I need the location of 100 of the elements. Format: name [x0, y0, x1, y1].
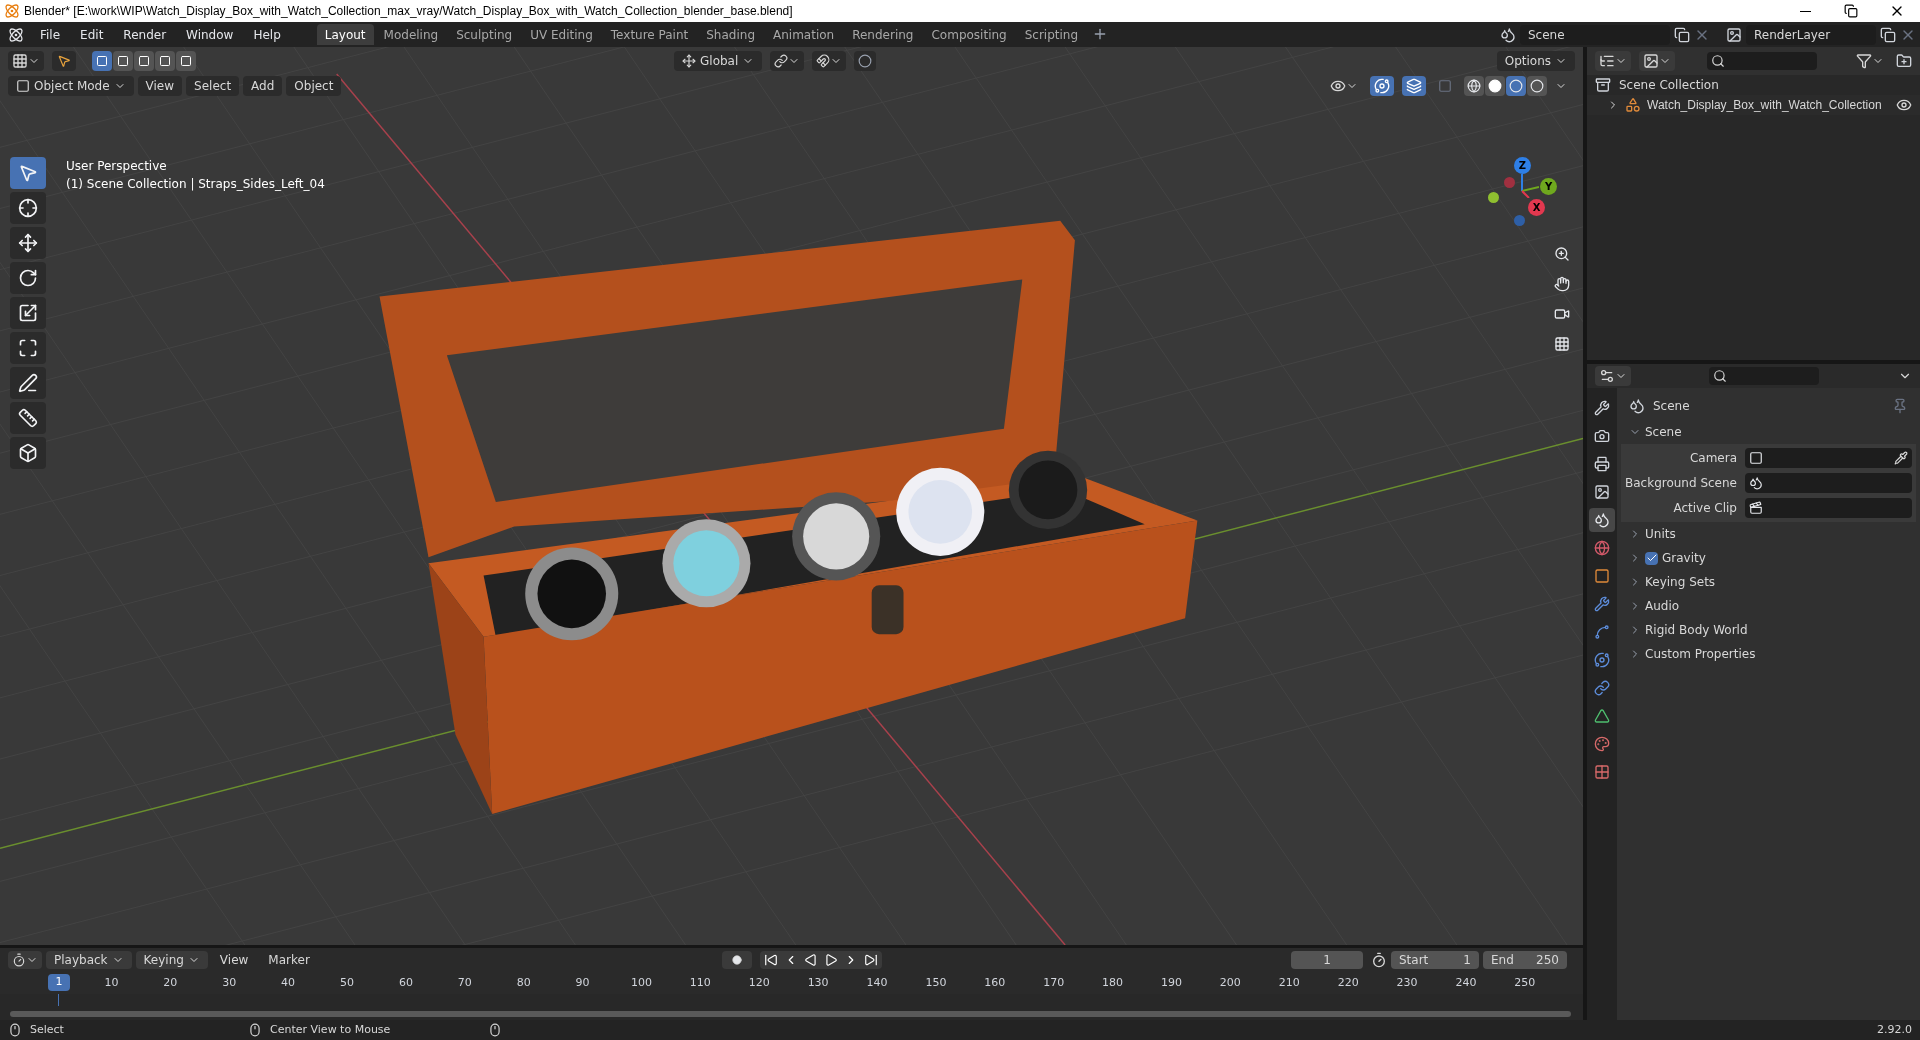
3d-viewport[interactable]: Global Options Object Mode View Select Add Object User Perspective (1) Scene Collection | Straps_Sides_Left_04 Z Y X: [0, 47, 1583, 945]
panel-header[interactable]: Audio: [1621, 594, 1916, 618]
selection-mode-button[interactable]: [92, 51, 112, 71]
workspace-tab[interactable]: Rendering: [844, 24, 922, 45]
workspace-tab[interactable]: Shading: [698, 24, 763, 45]
tool-button[interactable]: [10, 402, 46, 434]
timeline-scrollbar[interactable]: [10, 1011, 1571, 1017]
search-field[interactable]: [1709, 367, 1819, 385]
search-field[interactable]: [1707, 52, 1817, 70]
options-dropdown[interactable]: Options: [1496, 51, 1575, 71]
editor-type-button[interactable]: [8, 951, 42, 969]
workspace-tab[interactable]: Modeling: [375, 24, 447, 45]
gizmo-axis-handle[interactable]: Z: [1514, 157, 1531, 174]
property-field[interactable]: [1745, 448, 1912, 468]
tool-button[interactable]: [10, 332, 46, 364]
tool-button[interactable]: [10, 367, 46, 399]
panel-header[interactable]: Gravity: [1621, 546, 1916, 570]
tool-button[interactable]: [10, 227, 46, 259]
pin-icon[interactable]: [1892, 398, 1908, 414]
panel-header[interactable]: Units: [1621, 522, 1916, 546]
proportional-edit-button[interactable]: [854, 51, 877, 71]
timeline-menu[interactable]: Playback: [46, 951, 132, 969]
tool-button[interactable]: [10, 297, 46, 329]
scene-icon[interactable]: [1500, 26, 1516, 43]
menu-item[interactable]: Render: [115, 25, 175, 44]
selection-mode-button[interactable]: [176, 51, 196, 71]
current-frame-field[interactable]: 1: [1291, 951, 1363, 969]
frame-number: 230: [1395, 974, 1419, 991]
tool-button[interactable]: [10, 192, 46, 224]
duplicate-icon[interactable]: [1880, 26, 1896, 43]
workspace-tab[interactable]: Sculpting: [448, 24, 521, 45]
shading-mode-button[interactable]: [1485, 76, 1505, 96]
mode-dropdown[interactable]: Object Mode: [8, 76, 134, 96]
tool-button[interactable]: [10, 437, 46, 469]
viewport-menu[interactable]: View: [137, 76, 183, 96]
view-layer-field[interactable]: RenderLayer: [1746, 24, 1876, 45]
jump-start-icon[interactable]: [763, 953, 778, 967]
gizmo-axis-handle[interactable]: Y: [1540, 178, 1557, 195]
selection-mode-button[interactable]: [113, 51, 133, 71]
panel-header[interactable]: Scene: [1621, 420, 1916, 444]
eyedropper-icon[interactable]: [1894, 451, 1908, 465]
viewport-menu[interactable]: Object: [286, 76, 342, 96]
new-collection-icon[interactable]: [1896, 53, 1912, 69]
workspace-tab[interactable]: Layout: [316, 24, 374, 45]
editor-type-button[interactable]: [1595, 366, 1631, 386]
menu-item[interactable]: Edit: [72, 25, 112, 44]
timeline-menu[interactable]: Keying: [135, 951, 208, 969]
panel-header[interactable]: Keying Sets: [1621, 570, 1916, 594]
start-frame-field[interactable]: Start 1: [1391, 951, 1479, 969]
stopwatch-icon[interactable]: [1371, 952, 1387, 968]
field-label: Camera: [1688, 450, 1738, 467]
workspace-tab[interactable]: UV Editing: [522, 24, 601, 45]
menu-item[interactable]: Help: [245, 25, 289, 44]
end-frame-field[interactable]: End 250: [1483, 951, 1567, 969]
play-icon[interactable]: [823, 953, 838, 967]
pencil-icon: [18, 373, 38, 393]
viewport-menu[interactable]: Select: [186, 76, 240, 96]
editor-type-button[interactable]: [8, 51, 44, 71]
panel-header[interactable]: Custom Properties: [1621, 642, 1916, 666]
scene-field[interactable]: Scene: [1520, 24, 1670, 45]
playhead[interactable]: 1: [48, 974, 70, 991]
jump-end-icon[interactable]: [863, 953, 878, 967]
pivot-button[interactable]: [770, 51, 805, 71]
checkbox[interactable]: [1645, 551, 1658, 565]
visibility-icon[interactable]: [1896, 97, 1912, 113]
snap-button[interactable]: [812, 51, 847, 71]
workspace-tab[interactable]: Animation: [765, 24, 843, 45]
mouse-icon: [488, 1023, 502, 1037]
workspace-tab[interactable]: Compositing: [923, 24, 1015, 45]
gizmo-axis-handle[interactable]: X: [1528, 199, 1545, 216]
editor-type-button[interactable]: [1595, 51, 1631, 71]
panel-header[interactable]: Rigid Body World: [1621, 618, 1916, 642]
outliner-row[interactable]: Scene Collection: [1587, 75, 1920, 95]
display-mode-button[interactable]: [1639, 51, 1675, 71]
workspace-tab[interactable]: Texture Paint: [602, 24, 697, 45]
property-field[interactable]: [1745, 498, 1912, 518]
properties-tab[interactable]: [1589, 508, 1615, 532]
overlay-toggle-button[interactable]: [1402, 76, 1426, 96]
gizmo-toggle-button[interactable]: [1370, 76, 1394, 96]
duplicate-icon[interactable]: [1674, 26, 1690, 43]
view-layer-icon[interactable]: [1726, 26, 1742, 43]
shading-mode-button[interactable]: [1464, 76, 1484, 96]
shading-mode-button[interactable]: [1527, 76, 1547, 96]
tool-button[interactable]: [10, 262, 46, 294]
gizmo-icon: [1374, 78, 1390, 94]
shading-mode-button[interactable]: [1506, 76, 1526, 96]
workspace-tab[interactable]: Scripting: [1016, 24, 1087, 45]
property-field[interactable]: [1745, 473, 1912, 493]
square-icon: [16, 79, 30, 93]
selection-mode-button[interactable]: [134, 51, 154, 71]
menu-item[interactable]: Window: [178, 25, 242, 44]
selection-mode-button[interactable]: [155, 51, 175, 71]
play-reverse-icon[interactable]: [803, 953, 818, 967]
menu-item[interactable]: File: [32, 25, 69, 44]
viewport-menu[interactable]: Add: [243, 76, 283, 96]
record-button[interactable]: [721, 951, 752, 969]
tool-select-button[interactable]: [52, 51, 76, 71]
timeline-menu[interactable]: Marker: [260, 951, 318, 969]
orientation-dropdown[interactable]: Global: [674, 51, 763, 71]
timeline-menu[interactable]: View: [211, 951, 257, 969]
